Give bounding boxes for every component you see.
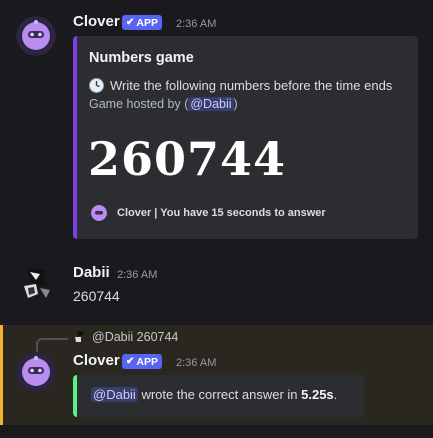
timestamp[interactable]: 2:36 AM [176, 357, 216, 369]
embed-footer: Clover | You have 15 seconds to answer [117, 207, 326, 219]
host-mention[interactable]: @Dabii [188, 97, 234, 111]
dabii-avatar[interactable] [16, 264, 56, 304]
game-host-line: Game hosted by (@Dabii) [89, 97, 238, 111]
target-number: 260744 [88, 132, 287, 186]
app-badge: ✔ APP [122, 15, 162, 30]
clover-avatar[interactable] [16, 16, 56, 56]
answer-time: 5.25s [301, 387, 334, 402]
verified-check-icon: ✔ [126, 356, 135, 367]
reply-avatar [73, 330, 87, 344]
embed-description: Write the following numbers before the t… [110, 78, 393, 93]
message-content: 260744 [73, 288, 120, 304]
author-name[interactable]: Dabii [73, 264, 110, 281]
embed-title: Numbers game [89, 50, 194, 66]
embed-text: @Dabii wrote the correct answer in 5.25s… [91, 387, 338, 402]
reply-preview[interactable]: @Dabii 260744 [92, 330, 178, 344]
clock-icon [89, 78, 104, 93]
timestamp[interactable]: 2:36 AM [117, 269, 157, 281]
reply-connector [36, 338, 68, 352]
app-badge: ✔ APP [122, 354, 162, 369]
author-name[interactable]: Clover [73, 352, 120, 369]
author-name[interactable]: Clover [73, 13, 120, 30]
correct-answer-embed: @Dabii wrote the correct answer in 5.25s… [73, 375, 364, 417]
user-mention[interactable]: @Dabii [91, 387, 138, 402]
footer-avatar [91, 205, 107, 221]
timestamp[interactable]: 2:36 AM [176, 18, 216, 30]
clover-avatar[interactable] [16, 352, 56, 392]
verified-check-icon: ✔ [126, 17, 135, 28]
numbers-game-embed: Numbers game Write the following numbers… [73, 36, 418, 239]
